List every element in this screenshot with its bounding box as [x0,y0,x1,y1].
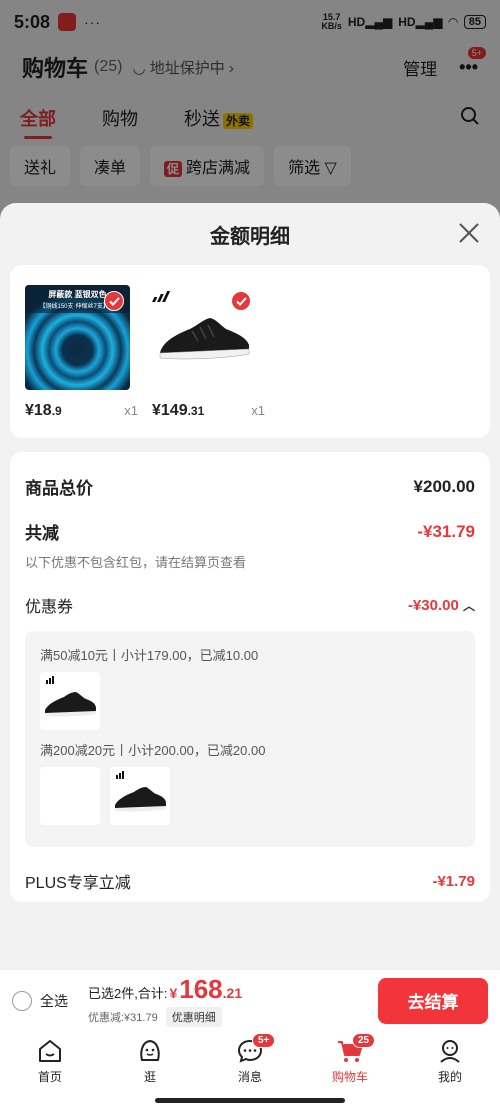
sheet-header: 金额明细 [0,203,500,265]
bottom-tabbar: 首页 逛 5+ 消息 25 购物车 我的 [0,1031,500,1091]
chevron-up-icon: ︿ [462,598,475,613]
currency-symbol: ¥ [169,985,178,1001]
cable-product-image: 屏蔽款 蓝银双色 【铜线150支·伸缩丝7支】71 [25,285,130,390]
profile-icon [436,1037,464,1065]
browse-icon [136,1037,164,1065]
tab-messages[interactable]: 5+ 消息 [200,1031,300,1091]
coupon-row[interactable]: 优惠券 -¥30.00 ︿ [25,593,475,617]
checkout-button[interactable]: 去结算 [378,977,488,1024]
select-all-radio[interactable] [12,990,32,1011]
coupon-product-thumb [40,672,100,730]
coupon-rule-2: 满200减20元丨小计200.00，已减20.00 [40,743,266,758]
message-icon: 5+ [236,1033,276,1065]
total-row: 商品总价 ¥200.00 [25,452,475,499]
product-item[interactable]: 屏蔽款 蓝银双色 【铜线150支·伸缩丝7支】71 ¥18.9 x1 [25,285,140,419]
product-qty: x1 [251,403,265,418]
discount-detail-button[interactable]: 优惠明细 [165,1007,222,1027]
checkout-discount: 优惠减:¥31.79 [88,1012,158,1024]
coupon-label: 优惠券 [25,599,74,616]
tab-mine[interactable]: 我的 [400,1031,500,1091]
price-details: 商品总价 ¥200.00 共减 -¥31.79 以下优惠不包含红包，请在结算页查… [10,452,490,902]
messages-badge: 5+ [252,1033,276,1048]
adidas-logo-icon [152,291,171,302]
select-all-label[interactable]: 全选 [40,991,68,1011]
product-item[interactable]: ¥149.31 x1 [152,285,267,419]
product-qty: x1 [124,403,138,418]
checkout-summary: 已选2件,合计: ¥ 168.21 优惠减:¥31.79 优惠明细 [88,974,242,1027]
plus-label: PLUS专享立减 [25,875,131,892]
coupon-rule-1: 满50减10元丨小计179.00，已减10.00 [40,648,259,663]
checked-icon [231,291,251,311]
close-icon[interactable] [458,222,480,244]
checked-icon [104,291,124,311]
selected-products: 屏蔽款 蓝银双色 【铜线150支·伸缩丝7支】71 ¥18.9 x1 ¥149.… [10,265,490,438]
coupon-product-thumb [110,767,170,825]
coupon-value: -¥30.00 ︿ [407,596,475,614]
home-indicator[interactable] [155,1098,345,1103]
cart-icon: 25 [336,1033,376,1065]
sheet-title: 金额明细 [210,225,290,248]
selected-count-text: 已选2件,合计: [88,986,168,1001]
product-price: ¥149.31 [152,402,205,419]
total-value: ¥200.00 [413,476,475,496]
shoe-product-image [152,285,257,390]
discount-label: 共减 [25,524,59,543]
tab-cart[interactable]: 25 购物车 [300,1031,400,1091]
product-price: ¥18.9 [25,402,62,419]
plus-value: -¥1.79 [432,872,475,890]
discount-value: -¥31.79 [417,521,475,541]
tab-browse[interactable]: 逛 [100,1031,200,1091]
discount-row: 共减 -¥31.79 [25,519,475,544]
checkout-bar: 全选 已选2件,合计: ¥ 168.21 优惠减:¥31.79 优惠明细 去结算 [0,969,500,1031]
checkout-total: 168.21 [179,974,243,1004]
discount-note: 以下优惠不包含红包，请在结算页查看 [25,555,247,570]
tab-home[interactable]: 首页 [0,1031,100,1091]
amount-detail-sheet: 金额明细 屏蔽款 蓝银双色 【铜线150支·伸缩丝7支】71 ¥18.9 x1 [0,203,500,969]
plus-row: PLUS专享立减 -¥1.79 [25,869,475,893]
cart-badge: 25 [352,1033,376,1048]
home-icon [36,1037,64,1065]
total-label: 商品总价 [25,479,93,498]
coupon-details: 满50减10元丨小计179.00，已减10.00 满200减20元丨小计200.… [25,631,475,847]
coupon-product-thumb [40,767,100,825]
